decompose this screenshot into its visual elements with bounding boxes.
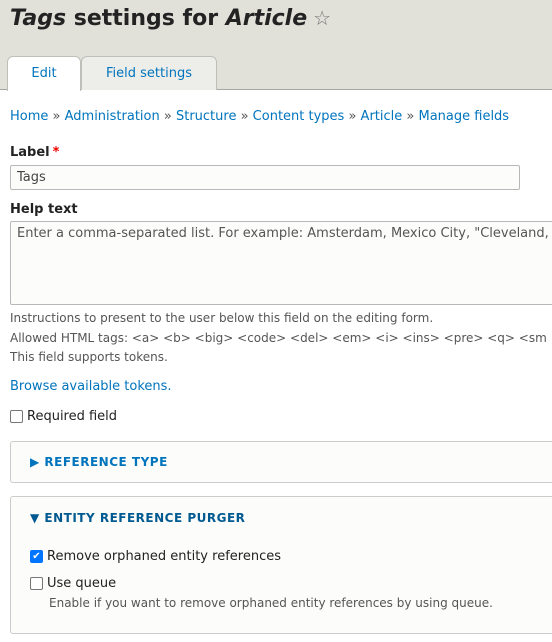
page-header: Tags settings for Article ☆ Edit Field se… (0, 0, 552, 91)
breadcrumb-manage-fields[interactable]: Manage fields (418, 109, 509, 124)
required-label: Required field (27, 409, 118, 424)
breadcrumb: Home » Administration » Structure » Cont… (10, 109, 509, 124)
breadcrumb-separator: » (159, 109, 176, 124)
triangle-down-icon: ▼ (30, 511, 45, 525)
label-title: Label (10, 145, 50, 160)
breadcrumb-structure[interactable]: Structure (176, 109, 236, 124)
remove-orphaned-checkbox[interactable]: ✔ Remove orphaned entity references (30, 549, 281, 564)
tab-field-settings[interactable]: Field settings (81, 56, 217, 90)
purger-title: ENTITY REFERENCE PURGER (44, 511, 246, 525)
purger-summary[interactable]: ▼ ENTITY REFERENCE PURGER (30, 511, 245, 525)
breadcrumb-home[interactable]: Home (10, 109, 48, 124)
use-queue-description: Enable if you want to remove orphaned en… (49, 596, 493, 610)
help-description: Instructions to present to the user belo… (10, 311, 434, 325)
reference-type-title: REFERENCE TYPE (44, 455, 168, 469)
reference-type-details: ▶ REFERENCE TYPE (10, 441, 552, 483)
breadcrumb-article[interactable]: Article (361, 109, 403, 124)
use-queue-label: Use queue (47, 576, 117, 591)
checkmark-icon[interactable]: ✔ (30, 550, 43, 563)
checkbox-unchecked[interactable] (10, 410, 23, 423)
breadcrumb-separator: » (236, 109, 253, 124)
breadcrumb-separator: » (402, 109, 419, 124)
reference-type-summary[interactable]: ▶ REFERENCE TYPE (30, 455, 168, 469)
purger-details: ▼ ENTITY REFERENCE PURGER ✔ Remove orphan… (10, 496, 552, 634)
browse-tokens-link[interactable]: Browse available tokens. (10, 379, 172, 394)
label-field-label: Label * (10, 145, 59, 160)
title-field-name: Tags (10, 6, 67, 31)
title-text: settings for (66, 6, 226, 31)
checkbox-unchecked[interactable] (30, 577, 43, 590)
breadcrumb-separator: » (48, 109, 65, 124)
help-text-textarea[interactable]: Enter a comma-separated list. For exampl… (10, 221, 552, 305)
required-marker: * (52, 145, 60, 160)
tabs: Edit Field settings (7, 56, 217, 91)
required-checkbox[interactable]: Required field (10, 409, 117, 424)
breadcrumb-content-types[interactable]: Content types (253, 109, 345, 124)
page-title: Tags settings for Article ☆ (10, 6, 331, 31)
use-queue-checkbox[interactable]: Use queue (30, 576, 116, 591)
remove-orphaned-label: Remove orphaned entity references (47, 549, 281, 564)
allowed-tags: Allowed HTML tags: <a> <b> <big> <code> … (10, 331, 547, 345)
tab-edit[interactable]: Edit (7, 56, 81, 91)
label-input[interactable] (10, 165, 520, 190)
breadcrumb-administration[interactable]: Administration (65, 109, 160, 124)
triangle-right-icon: ▶ (30, 455, 45, 469)
tokens-support: This field supports tokens. (10, 350, 168, 364)
breadcrumb-separator: » (344, 109, 361, 124)
star-outline-icon[interactable]: ☆ (313, 6, 331, 30)
help-text-label: Help text (10, 202, 78, 217)
title-bundle-name: Article (225, 6, 308, 31)
